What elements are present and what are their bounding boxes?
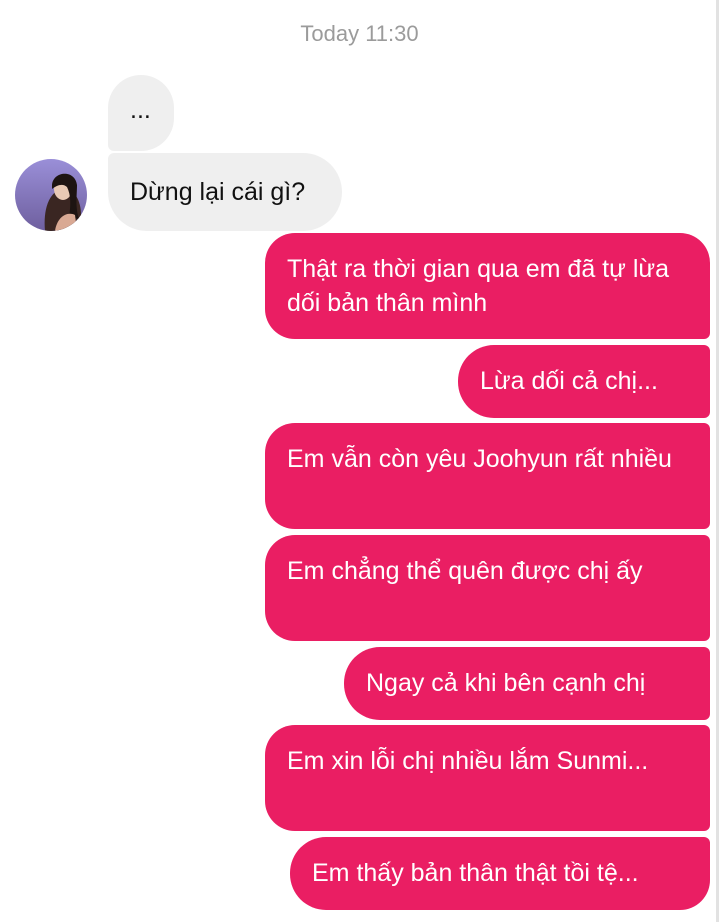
outgoing-message[interactable]: Em xin lỗi chị nhiều lắm Sunmi... (265, 725, 710, 831)
contact-avatar[interactable] (15, 159, 87, 231)
chat-timestamp: Today 11:30 (300, 21, 419, 46)
outgoing-message[interactable]: Ngay cả khi bên cạnh chị (344, 647, 710, 720)
outgoing-message[interactable]: Thật ra thời gian qua em đã tự lừa dối b… (265, 233, 710, 339)
outgoing-message[interactable]: Em chẳng thể quên được chị ấy (265, 535, 710, 641)
avatar-image (15, 159, 87, 231)
outgoing-message[interactable]: Em thấy bản thân thật tồi tệ... (290, 837, 710, 910)
incoming-message[interactable]: ... (108, 75, 174, 151)
outgoing-message[interactable]: Lừa dối cả chị... (458, 345, 710, 418)
outgoing-message[interactable]: Em vẫn còn yêu Joohyun rất nhiều (265, 423, 710, 529)
incoming-message[interactable]: Dừng lại cái gì? (108, 153, 342, 231)
